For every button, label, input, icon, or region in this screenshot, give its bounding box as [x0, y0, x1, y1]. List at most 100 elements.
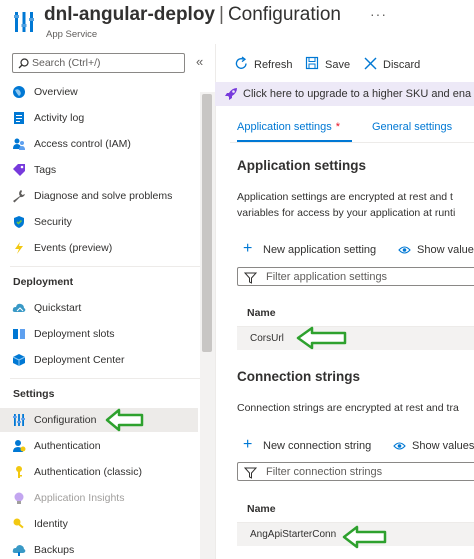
upgrade-banner-text: Click here to upgrade to a higher SKU an…	[243, 88, 472, 100]
refresh-icon	[235, 56, 247, 69]
menu-search[interactable]	[12, 53, 185, 73]
column-header-name: Name	[247, 503, 276, 515]
sidebar-item-label: Tags	[34, 164, 57, 176]
sidebar-item-identity[interactable]: Identity	[0, 512, 198, 536]
connection-strings-description: Connection strings are encrypted at rest…	[237, 402, 459, 414]
app-settings-filter[interactable]	[237, 267, 474, 286]
search-input[interactable]	[32, 54, 182, 72]
app-service-icon	[14, 12, 34, 32]
sidebar-item-label: Diagnose and solve problems	[34, 190, 173, 202]
eye-icon	[393, 442, 406, 450]
sidebar-item-label: Deployment Center	[34, 354, 125, 366]
panel-divider	[215, 44, 216, 559]
filter-application-settings-input[interactable]	[266, 268, 471, 285]
blade-name: Configuration	[227, 4, 341, 25]
new-application-setting-label: New application setting	[263, 244, 377, 256]
sidebar-item-deployment-center[interactable]: Deployment Center	[0, 348, 198, 372]
upgrade-banner[interactable]: Click here to upgrade to a higher SKU an…	[215, 82, 474, 106]
blade-header: dnl-angular-deploy | Configuration ··· App…	[0, 0, 474, 44]
section-heading-deployment: Deployment	[13, 276, 74, 288]
resource-type: App Service	[46, 29, 98, 40]
sidebar-item-label: Events (preview)	[34, 242, 113, 254]
plus-icon: +	[243, 240, 253, 257]
page-title: dnl-angular-deploy | Configuration	[44, 4, 341, 26]
title-separator: |	[219, 4, 224, 25]
sidebar-item-label: Security	[34, 216, 72, 228]
sidebar-item-label: Access control (IAM)	[34, 138, 131, 150]
sidebar-item-label: Application Insights	[34, 492, 125, 504]
person-icon	[13, 440, 26, 452]
sidebar-item-deployment-slots[interactable]: Deployment slots	[0, 322, 198, 346]
lightning-icon	[15, 242, 23, 254]
section-heading-settings: Settings	[13, 388, 55, 400]
globe-icon	[13, 86, 25, 98]
cloud-icon	[12, 303, 26, 312]
show-values-label: Show value	[417, 244, 474, 256]
sidebar-item-configuration[interactable]: Configuration	[0, 408, 198, 432]
sidebar-item-label: Configuration	[34, 414, 97, 426]
tag-icon	[13, 164, 25, 176]
connection-string-name: AngApiStarterConn	[250, 529, 337, 540]
resource-menu: « Overview Activity log Access control (…	[0, 44, 215, 559]
sidebar-item-access-control[interactable]: Access control (IAM)	[0, 132, 198, 156]
collapse-menu-button[interactable]: «	[196, 54, 203, 69]
column-header-name: Name	[247, 307, 276, 319]
tab-general-settings[interactable]: General settings	[372, 121, 452, 133]
backup-icon	[12, 545, 26, 556]
save-icon	[305, 56, 319, 70]
shield-icon	[14, 216, 24, 228]
connection-strings-filter[interactable]	[237, 462, 474, 481]
sidebar-item-label: Activity log	[34, 112, 85, 124]
tabs-divider	[230, 142, 474, 143]
more-options-button[interactable]: ···	[370, 6, 387, 22]
connection-strings-heading: Connection strings	[237, 369, 361, 384]
key-icon	[16, 466, 22, 478]
active-tab-indicator	[237, 140, 352, 142]
setting-name: CorsUrl	[250, 333, 284, 344]
menu-scrollbar-thumb[interactable]	[202, 94, 212, 352]
sidebar-item-overview[interactable]: Overview	[0, 80, 198, 104]
sidebar-item-diagnose[interactable]: Diagnose and solve problems	[0, 184, 198, 208]
sidebar-item-authentication[interactable]: Authentication	[0, 434, 198, 458]
table-row[interactable]: CorsUrl	[237, 326, 474, 350]
sidebar-item-tags[interactable]: Tags	[0, 158, 198, 182]
section-divider	[10, 378, 200, 379]
sidebar-item-events[interactable]: Events (preview)	[0, 236, 198, 260]
sidebar-item-label: Overview	[34, 86, 78, 98]
sidebar-item-application-insights[interactable]: Application Insights	[0, 486, 198, 510]
activity-log-icon	[14, 112, 24, 124]
sidebar-item-label: Authentication (classic)	[34, 466, 142, 478]
tab-label: General settings	[372, 121, 453, 133]
sidebar-item-label: Identity	[34, 518, 68, 530]
filter-icon	[244, 272, 257, 284]
close-icon	[364, 57, 377, 70]
section-divider	[10, 266, 200, 267]
filter-connection-strings-input[interactable]	[266, 463, 471, 480]
lightbulb-icon	[14, 492, 24, 504]
plus-icon: +	[243, 436, 253, 453]
annotation-arrow-icon	[105, 408, 144, 432]
refresh-label: Refresh	[254, 59, 293, 71]
sidebar-item-label: Authentication	[34, 440, 101, 452]
sidebar-item-backups[interactable]: Backups	[0, 538, 198, 559]
discard-label: Discard	[383, 59, 421, 71]
sidebar-item-label: Deployment slots	[34, 328, 115, 340]
rocket-icon	[225, 88, 237, 100]
sidebar-item-security[interactable]: Security	[0, 210, 198, 234]
sidebar-item-activity-log[interactable]: Activity log	[0, 106, 198, 130]
search-icon	[18, 58, 29, 69]
annotation-arrow-icon	[296, 326, 347, 350]
sidebar-item-quickstart[interactable]: Quickstart	[0, 296, 198, 320]
new-connection-string-label: New connection string	[263, 440, 372, 452]
people-icon	[13, 138, 25, 150]
save-label: Save	[325, 59, 351, 71]
slots-icon	[13, 329, 25, 339]
filter-icon	[244, 467, 257, 479]
cube-icon	[12, 354, 26, 366]
sidebar-item-label: Backups	[34, 544, 75, 556]
unsaved-marker: *	[335, 121, 341, 133]
tab-application-settings[interactable]: Application settings *	[237, 121, 340, 133]
sidebar-item-label: Quickstart	[34, 302, 82, 314]
app-settings-heading: Application settings	[237, 158, 367, 173]
sidebar-item-authentication-classic[interactable]: Authentication (classic)	[0, 460, 198, 484]
